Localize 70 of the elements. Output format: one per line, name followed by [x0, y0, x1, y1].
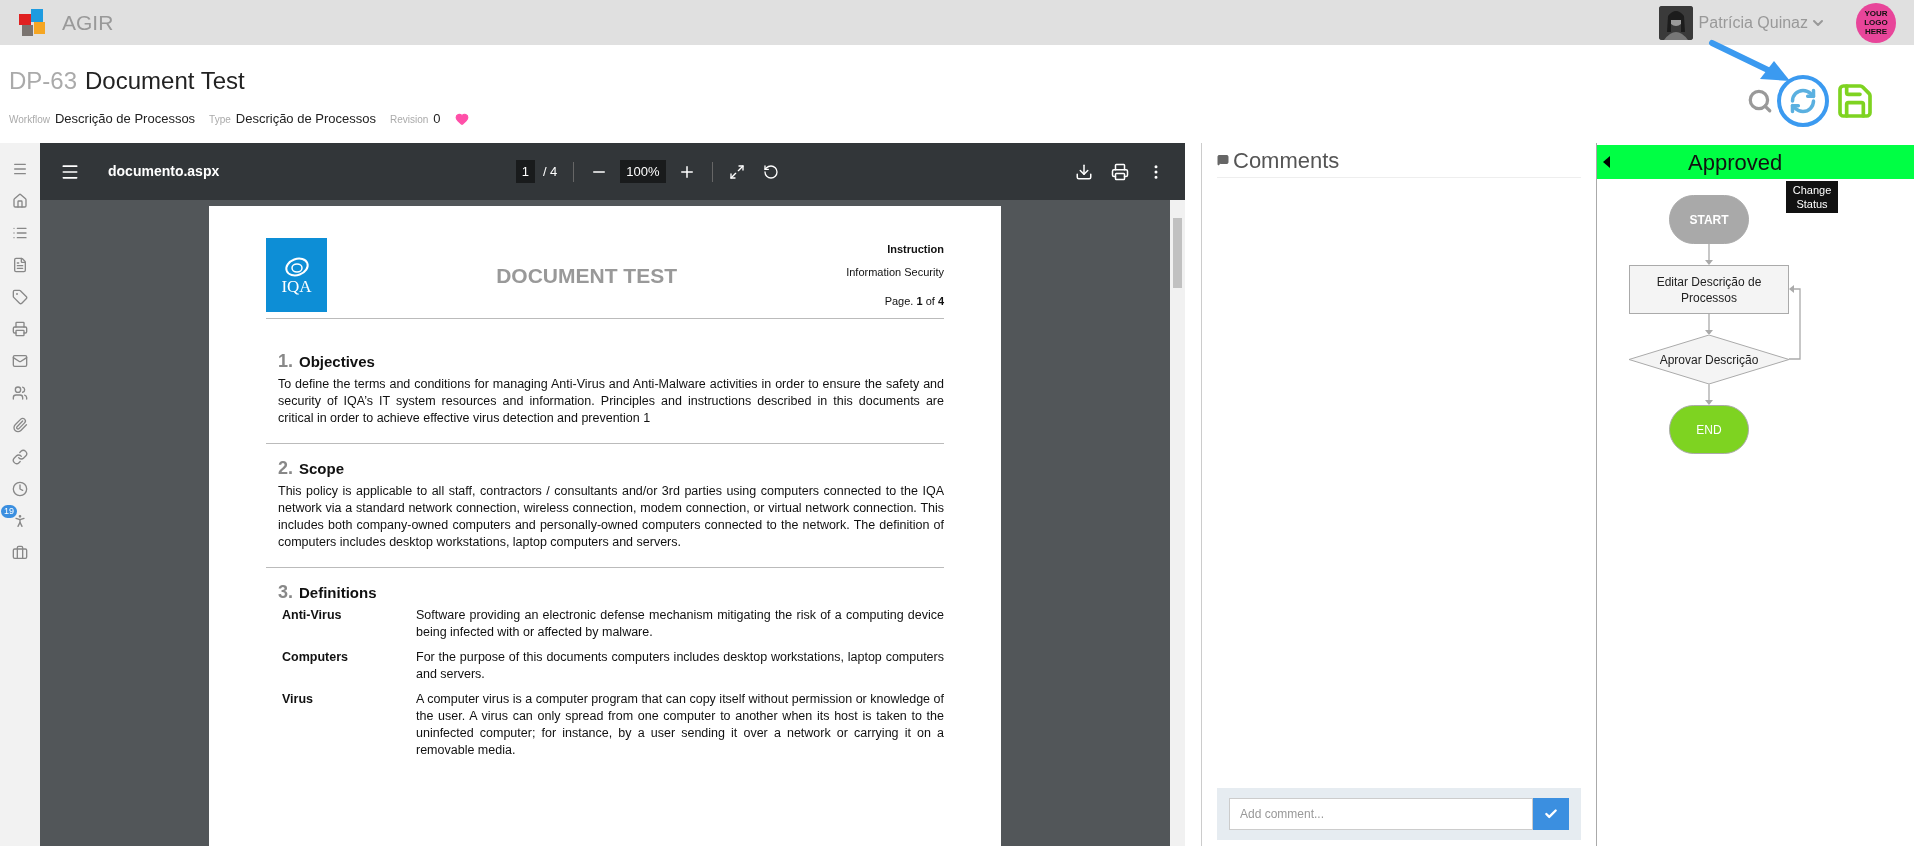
section-title: Scope	[299, 460, 345, 477]
company-logo: YOUR LOGO HERE	[1856, 2, 1896, 43]
section-text: This policy is applicable to all staff, contractors / consultants and/or 3rd parties using computers connected to the IQA network via a standard network connection, wireless connection, modem connection, or virtual network connection. This includes both company-owned computers and personally-owned computers connected to the network. The definition of computers includes desktop workstations, laptop computers and servers.	[278, 483, 944, 551]
page-number-field[interactable]: 1	[515, 159, 535, 184]
connector-arrow	[1705, 383, 1713, 405]
section-text: To define the terms and conditions for managing Anti-Virus and Anti-Malware activities in order to ensure the safety and security of IQA’s IT system resources and information. Principles and instructions described in this documents are critical in order to achieve effective virus detection and prevention 1	[278, 376, 944, 427]
document-title: Document Test	[85, 66, 245, 96]
section-number: 2.	[278, 460, 293, 477]
zoom-field[interactable]: 100%	[620, 159, 666, 184]
submit-comment-button[interactable]	[1533, 798, 1569, 830]
section-title: Definitions	[299, 584, 377, 601]
user-avatar[interactable]	[1658, 5, 1693, 40]
decision-node: Aprovar Descrição	[1629, 335, 1789, 384]
check-icon	[1544, 807, 1558, 821]
search-icon[interactable]	[1747, 88, 1773, 114]
favorite-icon[interactable]	[454, 111, 469, 126]
section-number: 1.	[278, 353, 293, 370]
iqa-logo: IQA	[266, 238, 327, 312]
page-count: / 4	[542, 162, 558, 181]
refresh-icon	[1789, 87, 1817, 115]
definition-text: A computer virus is a computer program that can copy itself without permission or knowledge of the user. A virus can only spread from one computer to another when its host is taken to the uninfected computer; for instance, by a user sending it over a network or carrying it on a removable media.	[416, 691, 944, 759]
document-subject: Information Security	[846, 264, 944, 280]
meta-label: Type	[209, 113, 231, 127]
start-node: START	[1669, 195, 1749, 244]
meta-label: Revision	[389, 113, 429, 127]
definition-text: For the purpose of this documents computers includes desktop workstations, laptop computers and servers.	[416, 649, 944, 683]
briefcase-icon[interactable]	[12, 545, 28, 561]
download-icon[interactable]	[1075, 162, 1093, 181]
document-heading: DOCUMENT TEST	[495, 266, 678, 284]
document-code: DP-63	[9, 66, 78, 96]
meta-value: 0	[433, 110, 441, 128]
meta-value: Descrição de Processos	[54, 110, 196, 128]
definition-term: Anti-Virus	[282, 607, 343, 624]
mail-icon[interactable]	[12, 353, 28, 369]
definition-term: Virus	[282, 691, 315, 708]
connector-arrow	[1705, 243, 1713, 265]
notification-count: 19	[1, 505, 17, 518]
tag-icon[interactable]	[12, 289, 28, 305]
collapse-icon[interactable]	[1603, 156, 1610, 168]
comments-title: Comments	[1233, 146, 1340, 175]
definition-term: Computers	[282, 649, 349, 666]
document-icon[interactable]	[12, 257, 28, 273]
home-icon[interactable]	[12, 193, 28, 209]
comment-icon	[1217, 154, 1229, 166]
page-label: Page. 1 of 4	[884, 293, 944, 309]
fit-page-icon[interactable]	[728, 163, 745, 180]
link-icon[interactable]	[12, 449, 28, 465]
definition-text: Software providing an electronic defense mechanism mitigating the risk of a computing device being infected with or affected by malware.	[416, 607, 944, 641]
app-logo-icon	[18, 7, 48, 38]
rotate-icon[interactable]	[762, 163, 779, 180]
comment-field[interactable]: Add comment...	[1229, 798, 1533, 830]
document-category: Instruction	[887, 241, 944, 257]
file-name: documento.aspx	[108, 162, 220, 181]
task-node: Editar Descrição de Processos	[1629, 265, 1789, 314]
meta-value: Descrição de Processos	[235, 110, 376, 128]
connector-arrow	[1705, 313, 1713, 335]
person-icon[interactable]	[12, 513, 28, 529]
print-icon[interactable]	[1111, 162, 1129, 181]
clock-icon[interactable]	[12, 481, 28, 497]
save-icon[interactable]	[1835, 81, 1875, 121]
list-icon[interactable]	[12, 225, 28, 241]
paperclip-icon[interactable]	[12, 417, 28, 433]
app-name: AGIR	[62, 9, 114, 36]
tooltip: Change Status	[1786, 181, 1838, 213]
section-number: 3.	[278, 584, 293, 601]
section-title: Objectives	[299, 353, 375, 370]
meta-label: Workflow	[9, 113, 50, 127]
users-icon[interactable]	[12, 385, 28, 401]
end-node: END	[1669, 405, 1749, 454]
status-label: Approved	[1688, 148, 1783, 177]
